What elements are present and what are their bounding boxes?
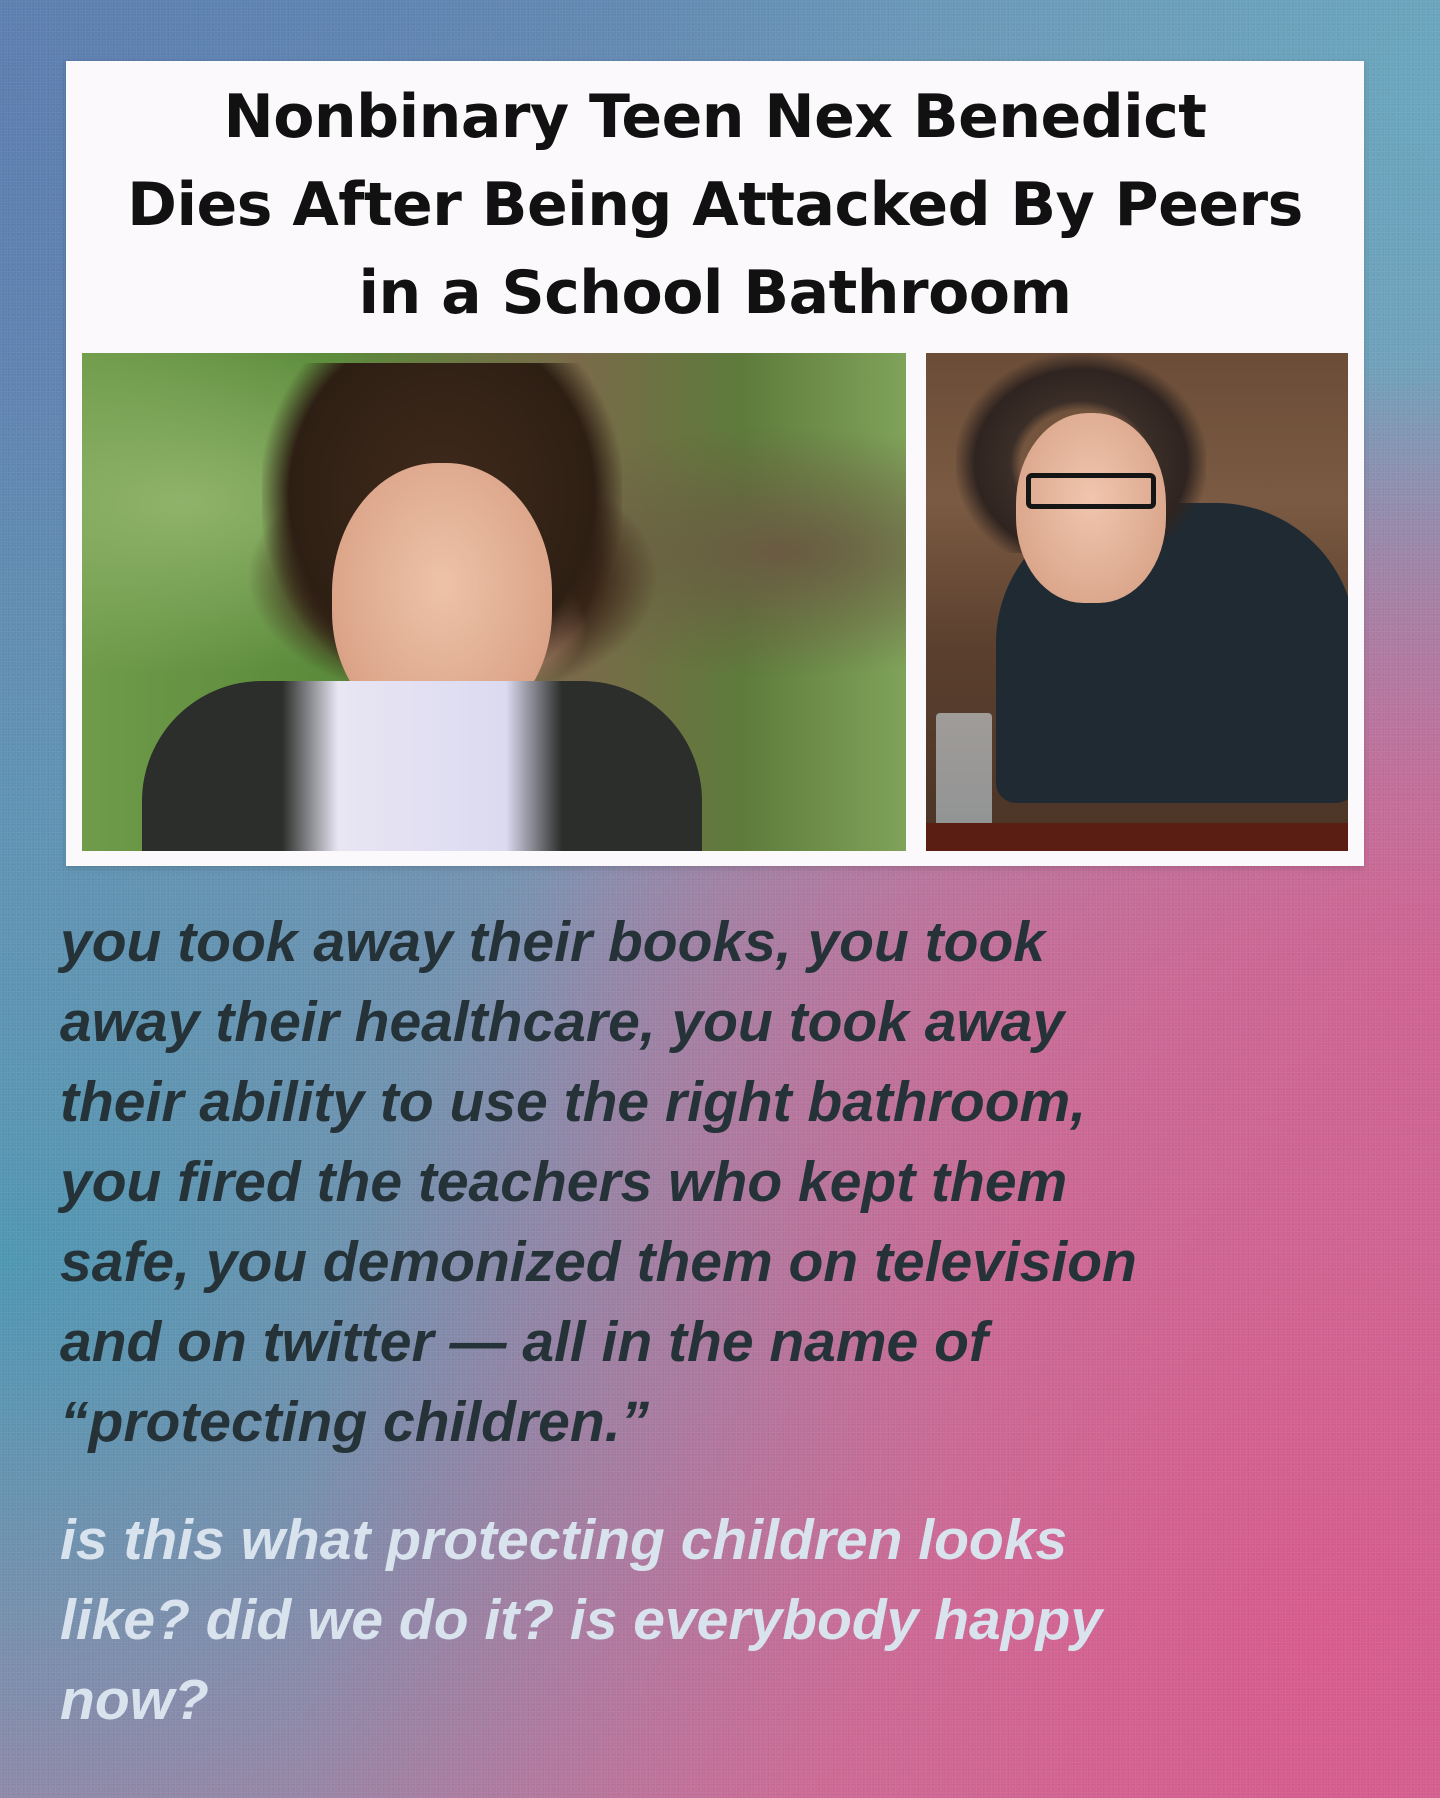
statement-line: “protecting children.” [60, 1390, 650, 1454]
statement-line: you took away their books, you took [60, 910, 1045, 974]
table-edge [926, 823, 1348, 851]
headline-line: in a School Bathroom [358, 258, 1072, 328]
question-paragraph: is this what protecting children looks l… [60, 1500, 1380, 1740]
photo-right [926, 353, 1348, 851]
headline-line: Nonbinary Teen Nex Benedict [223, 82, 1207, 152]
question-line: like? did we do it? is everybody happy [60, 1588, 1103, 1652]
statement-line: away their healthcare, you took away [60, 990, 1065, 1054]
statement-line: you fired the teachers who kept them [60, 1150, 1068, 1214]
question-line: now? [60, 1668, 209, 1732]
question-line: is this what protecting children looks [60, 1508, 1068, 1572]
statement-line: and on twitter — all in the name of [60, 1310, 988, 1374]
headline: Nonbinary Teen Nex Benedict Dies After B… [66, 73, 1364, 337]
news-card: Nonbinary Teen Nex Benedict Dies After B… [66, 61, 1364, 866]
glasses-icon [1026, 473, 1156, 509]
statement-line: safe, you demonized them on television [60, 1230, 1137, 1294]
statement-paragraph: you took away their books, you took away… [60, 902, 1380, 1462]
statement-line: their ability to use the right bathroom, [60, 1070, 1087, 1134]
headline-line: Dies After Being Attacked By Peers [127, 170, 1303, 240]
photo-left [82, 353, 906, 851]
photo-left-clothing [142, 681, 702, 851]
